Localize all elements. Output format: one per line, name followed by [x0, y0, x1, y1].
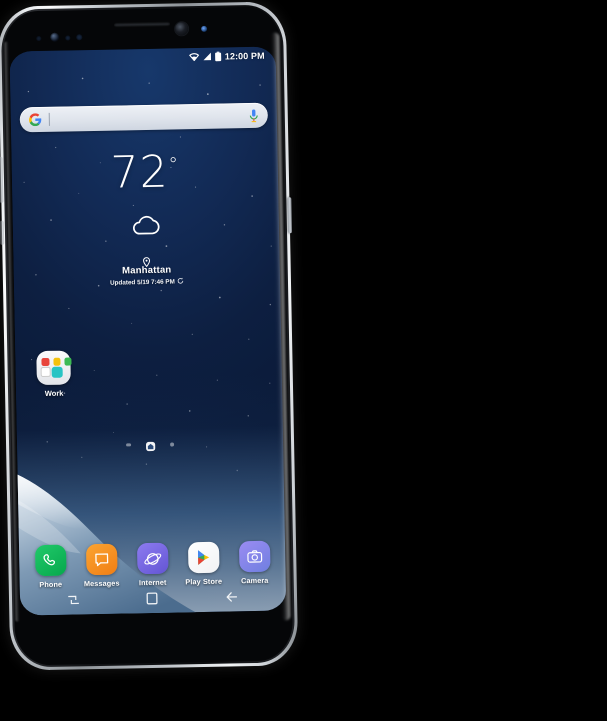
- refresh-icon[interactable]: [177, 277, 184, 286]
- status-led: [201, 25, 208, 32]
- bixby-button[interactable]: [0, 220, 5, 245]
- dock-app-internet[interactable]: Internet: [129, 542, 176, 588]
- proximity-sensor: [36, 35, 42, 42]
- app-dock: Phone Messages Internet Play Store Camer…: [19, 540, 286, 589]
- home-page-icon[interactable]: [145, 439, 156, 452]
- camera-icon[interactable]: [238, 540, 271, 573]
- chrome-mini-icon: [53, 357, 61, 366]
- dock-app-play-store[interactable]: Play Store: [180, 541, 227, 587]
- dock-app-label: Phone: [39, 579, 63, 590]
- weather-widget[interactable]: 72° Manhattan Updated 5/19 7:46 PM: [11, 146, 280, 289]
- gmail-mini-icon: [41, 357, 50, 366]
- google-g-icon: [29, 113, 42, 127]
- page-dot[interactable]: [170, 442, 175, 447]
- wifi-icon: [189, 52, 200, 62]
- microphone-icon[interactable]: [249, 108, 259, 122]
- dock-app-camera[interactable]: Camera: [231, 540, 278, 586]
- folder-label: Work: [44, 388, 64, 398]
- dock-app-label: Play Store: [185, 576, 223, 587]
- front-camera: [174, 22, 189, 36]
- phone-screen[interactable]: 12:00 PM 72° Manhattan Updated 5/19 7:46…: [9, 46, 287, 616]
- home-icon[interactable]: [146, 592, 159, 610]
- dock-app-label: Internet: [138, 577, 167, 588]
- iris-scanner-sensor: [50, 32, 60, 42]
- weather-updated-text: Updated 5/19 7:46 PM: [110, 278, 175, 287]
- screenshot-canvas: 12:00 PM 72° Manhattan Updated 5/19 7:46…: [0, 0, 607, 721]
- dock-app-phone[interactable]: Phone: [27, 544, 74, 589]
- phone-icon[interactable]: [34, 544, 67, 577]
- status-bar-clock: 12:00 PM: [224, 50, 265, 61]
- cloudy-icon: [13, 209, 279, 240]
- cellular-signal-icon: [203, 52, 212, 61]
- google-search-bar[interactable]: [19, 102, 269, 133]
- weather-temperature: 72°: [11, 146, 278, 199]
- navigation-bar: [20, 586, 286, 615]
- folder-work[interactable]: Work: [30, 350, 77, 398]
- calendar-mini-icon: [51, 366, 63, 378]
- temperature-value: 72: [110, 146, 170, 199]
- drive-mini-icon: [63, 357, 72, 366]
- wallpaper: 12:00 PM 72° Manhattan Updated 5/19 7:46…: [9, 46, 287, 616]
- back-icon[interactable]: [225, 590, 239, 608]
- battery-icon: [215, 51, 222, 61]
- search-input-caret: [48, 112, 50, 126]
- dock-app-messages[interactable]: Messages: [78, 543, 125, 588]
- phone-glass: 12:00 PM 72° Manhattan Updated 5/19 7:46…: [2, 6, 294, 666]
- light-sensor: [65, 35, 71, 41]
- play-mini-icon: [40, 366, 51, 377]
- power-button[interactable]: [287, 197, 293, 234]
- dock-app-label: Camera: [240, 575, 269, 586]
- play-store-icon[interactable]: [187, 541, 220, 574]
- ir-emitter-sensor: [76, 34, 83, 41]
- phone-device: 12:00 PM 72° Manhattan Updated 5/19 7:46…: [0, 1, 299, 671]
- internet-icon[interactable]: [136, 542, 169, 575]
- messages-icon[interactable]: [85, 543, 118, 576]
- dock-app-label: Messages: [83, 578, 120, 589]
- recents-icon[interactable]: [67, 593, 80, 611]
- search-input[interactable]: [50, 116, 249, 120]
- page-dot[interactable]: [126, 443, 132, 447]
- earpiece-speaker: [113, 21, 171, 28]
- top-bezel: [3, 6, 282, 51]
- degree-symbol: °: [168, 153, 180, 176]
- folder-preview[interactable]: [36, 350, 72, 386]
